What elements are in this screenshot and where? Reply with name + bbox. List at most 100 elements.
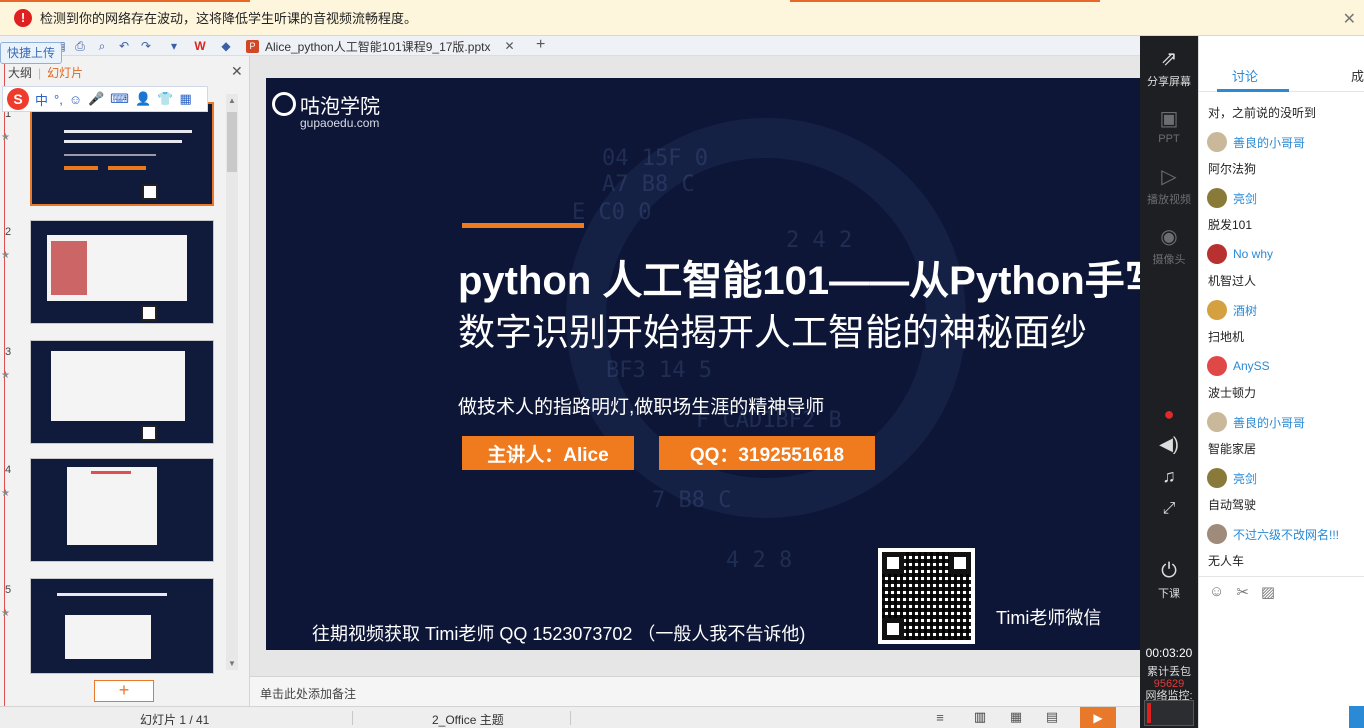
username: AnySS [1233,359,1270,373]
chat-message-text: 无人车 [1208,554,1245,568]
class-timer: 00:03:20 [1145,646,1193,660]
ime-user-icon[interactable]: 👤 [135,91,151,107]
username: 不过六级不改网名!!! [1233,527,1340,542]
top-accent-line [0,0,250,2]
slide-thumbnail-3[interactable] [30,340,214,444]
background-code-text: 7 B8 C [652,488,732,513]
end-class-icon: ⏻ [1161,560,1177,582]
tab-discussion[interactable]: 讨论 [1199,66,1291,85]
chat-message-text: 波士顿力 [1208,386,1257,400]
ppt-icon: ▣ [1159,108,1179,130]
avatar [1207,244,1227,264]
chat-panel: 讨论 成 对，之前说的没听到 善良的小哥哥 阿尔法狗 亮剑 脱发101 No w… [1198,36,1364,728]
chat-message-user[interactable]: 善良的小哥哥 [1207,131,1305,153]
star-icon: ★ [1,132,10,143]
warning-icon: ! [14,8,32,27]
slide-thumbnail-4[interactable] [30,458,214,562]
avatar [1207,132,1227,152]
chat-message-text: 对，之前说的没听到 [1208,106,1317,120]
ime-punctuation-icon[interactable]: °, [54,92,63,107]
title-accent-bar [462,223,584,228]
redo-icon[interactable]: ↷ [138,38,154,54]
tab-members[interactable]: 成 [1351,66,1364,85]
tab-slides[interactable]: 幻灯片 [47,66,83,80]
input-method-toolbar: S 中 °, ☺ 🎤 ⌨ 👤 👕 ▦ [2,86,208,112]
ime-emoji-icon[interactable]: ☺ [69,92,82,107]
close-icon[interactable]: ✕ [504,39,514,53]
ime-chinese-toggle[interactable]: 中 [35,90,48,109]
reading-view-icon[interactable]: ▤ [1042,709,1062,725]
logo-text: 咕泡学院 [300,96,380,118]
speaker-badge: 主讲人：Alice [462,436,634,470]
image-icon[interactable]: ▨ [1261,583,1275,601]
normal-view-icon[interactable]: ▥ [970,709,990,725]
chevron-down-icon[interactable]: ▾ [166,38,182,54]
scroll-down-icon[interactable]: ▼ [226,659,238,668]
wps-icon[interactable]: W [192,38,208,54]
close-icon[interactable]: ✕ [231,63,243,80]
star-icon: ★ [1,608,10,619]
slide-subtitle: 做技术人的指路明灯,做职场生涯的精神导师 [458,397,825,418]
slide-footer-text: 往期视频获取 Timi老师 QQ 1523073702 （一般人我不告诉他) [312,624,806,644]
play-video-button[interactable]: ▷ 播放视频 [1140,164,1198,207]
slide-title-line2: 数字识别开始揭开人工智能的神秘面纱 [458,312,1087,353]
class-control-sidebar: ⇗ 分享屏幕 ▣ PPT ▷ 播放视频 ◉ 摄像头 ● ◀) ♫ ⤢ ⏻ 下课 … [1140,36,1198,728]
close-icon[interactable]: ✕ [1343,9,1356,29]
top-accent-line [790,0,1100,2]
wechat-qr-code [878,548,975,644]
tab-outline[interactable]: 大纲 [8,66,32,80]
chat-message-text: 阿尔法狗 [1208,162,1257,176]
play-video-label: 播放视频 [1147,194,1191,206]
chat-message-user[interactable]: 亮剑 [1207,467,1257,489]
chat-message-user[interactable]: 酒树 [1207,299,1257,321]
speaker-icon[interactable]: ◀) [1140,434,1198,455]
share-screen-button[interactable]: ⇗ 分享屏幕 [1140,46,1198,89]
camera-icon: ◉ [1160,226,1178,248]
chat-message-user[interactable]: 善良的小哥哥 [1207,411,1305,433]
slide-thumbnail-5[interactable] [30,578,214,674]
camera-button[interactable]: ◉ 摄像头 [1140,224,1198,267]
preview-icon[interactable]: ⌕ [94,38,110,54]
cube-icon[interactable]: ◆ [218,38,234,54]
quick-upload-tip[interactable]: 快捷上传 [0,42,63,64]
send-button[interactable] [1349,706,1364,728]
chat-message-user[interactable]: AnySS [1207,355,1270,377]
play-slideshow-button[interactable]: ▶ [1080,707,1116,728]
scroll-up-icon[interactable]: ▲ [226,96,238,105]
print-icon[interactable]: ⎙ [72,38,88,54]
status-bar: 幻灯片 1 / 41 2_Office 主题 ≡ ▥ ▦ ▤ ▶ [0,706,1140,728]
ime-skin-icon[interactable]: 👕 [157,91,173,107]
slide-thumbnail-2[interactable] [30,220,214,324]
fullscreen-icon[interactable]: ⤢ [1140,500,1198,518]
microphone-icon[interactable]: ● [1140,404,1198,425]
current-slide[interactable]: 04 15F 0 A7 B8 C E C0 0 2 4 2 BF3 14 5 F… [266,78,1140,650]
add-slide-button[interactable]: + [94,680,154,702]
music-icon[interactable]: ♫ [1140,466,1198,487]
slide-sorter-icon[interactable]: ▦ [1006,709,1026,725]
ppt-label: PPT [1158,133,1180,145]
slide-thumbnail-1[interactable] [30,102,214,206]
ime-keyboard-icon[interactable]: ⌨ [110,91,129,107]
chat-input[interactable] [1199,606,1364,706]
end-class-button[interactable]: ⏻ 下课 [1140,560,1198,601]
document-tab[interactable]: P Alice_python人工智能101课程9_17版.pptx ✕ [240,36,521,56]
slides-panel: 大纲 | 幻灯片 ✕ 1 ★ 2 ★ 3 ★ 4 ★ 5 ★ ▲ ▼ + [0,56,250,706]
background-code-text: E C0 0 [572,200,652,225]
sogou-ime-icon[interactable]: S [7,88,29,110]
notes-view-icon[interactable]: ≡ [930,709,950,725]
undo-icon[interactable]: ↶ [116,38,132,54]
thumbnail-scrollbar[interactable]: ▲ ▼ [226,94,238,670]
emoji-icon[interactable]: ☺ [1209,583,1224,600]
chat-message-user[interactable]: 亮剑 [1207,187,1257,209]
scissors-icon[interactable]: ✂ [1236,583,1249,601]
chat-message-user[interactable]: 不过六级不改网名!!! [1207,523,1339,545]
notes-area[interactable]: 单击此处添加备注 [250,676,1140,706]
ppt-button[interactable]: ▣ PPT [1140,106,1198,145]
ime-microphone-icon[interactable]: 🎤 [88,91,104,107]
chat-message-user[interactable]: No why [1207,243,1273,265]
scrollbar-thumb[interactable] [227,112,237,172]
ime-grid-icon[interactable]: ▦ [179,91,191,107]
add-tab-button[interactable]: + [536,36,545,54]
packet-loss-value: 95629 [1153,678,1185,690]
packet-loss: 累计丢包 95629 网络监控: [1140,666,1198,702]
